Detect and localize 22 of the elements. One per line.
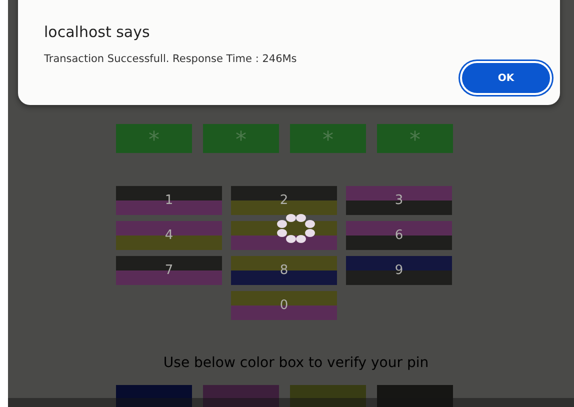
pin-box: * [377,124,453,153]
keypad-key[interactable]: 8 [231,256,337,285]
hint-text: Use below color box to verify your pin [162,354,430,373]
keypad-key[interactable]: 0 [231,291,337,320]
keypad-key[interactable]: 6 [346,221,452,250]
dialog-title: localhost says [44,22,151,43]
loading-spinner-icon [274,214,318,244]
color-box[interactable] [377,385,453,407]
pin-box: * [290,124,366,153]
ok-button[interactable]: OK [462,63,550,93]
color-box[interactable] [203,385,279,407]
keypad-key[interactable]: 2 [231,186,337,215]
color-box[interactable] [116,385,192,407]
dialog-message: Transaction Successfull. Response Time : 246Ms [44,52,298,66]
keypad-key[interactable]: 7 [116,256,222,285]
pin-box: * [203,124,279,153]
color-box[interactable] [290,385,366,407]
keypad-key[interactable]: 1 [116,186,222,215]
keypad-key[interactable]: 9 [346,256,452,285]
keypad-key[interactable]: 4 [116,221,222,250]
pin-box: * [116,124,192,153]
keypad-key[interactable]: 3 [346,186,452,215]
